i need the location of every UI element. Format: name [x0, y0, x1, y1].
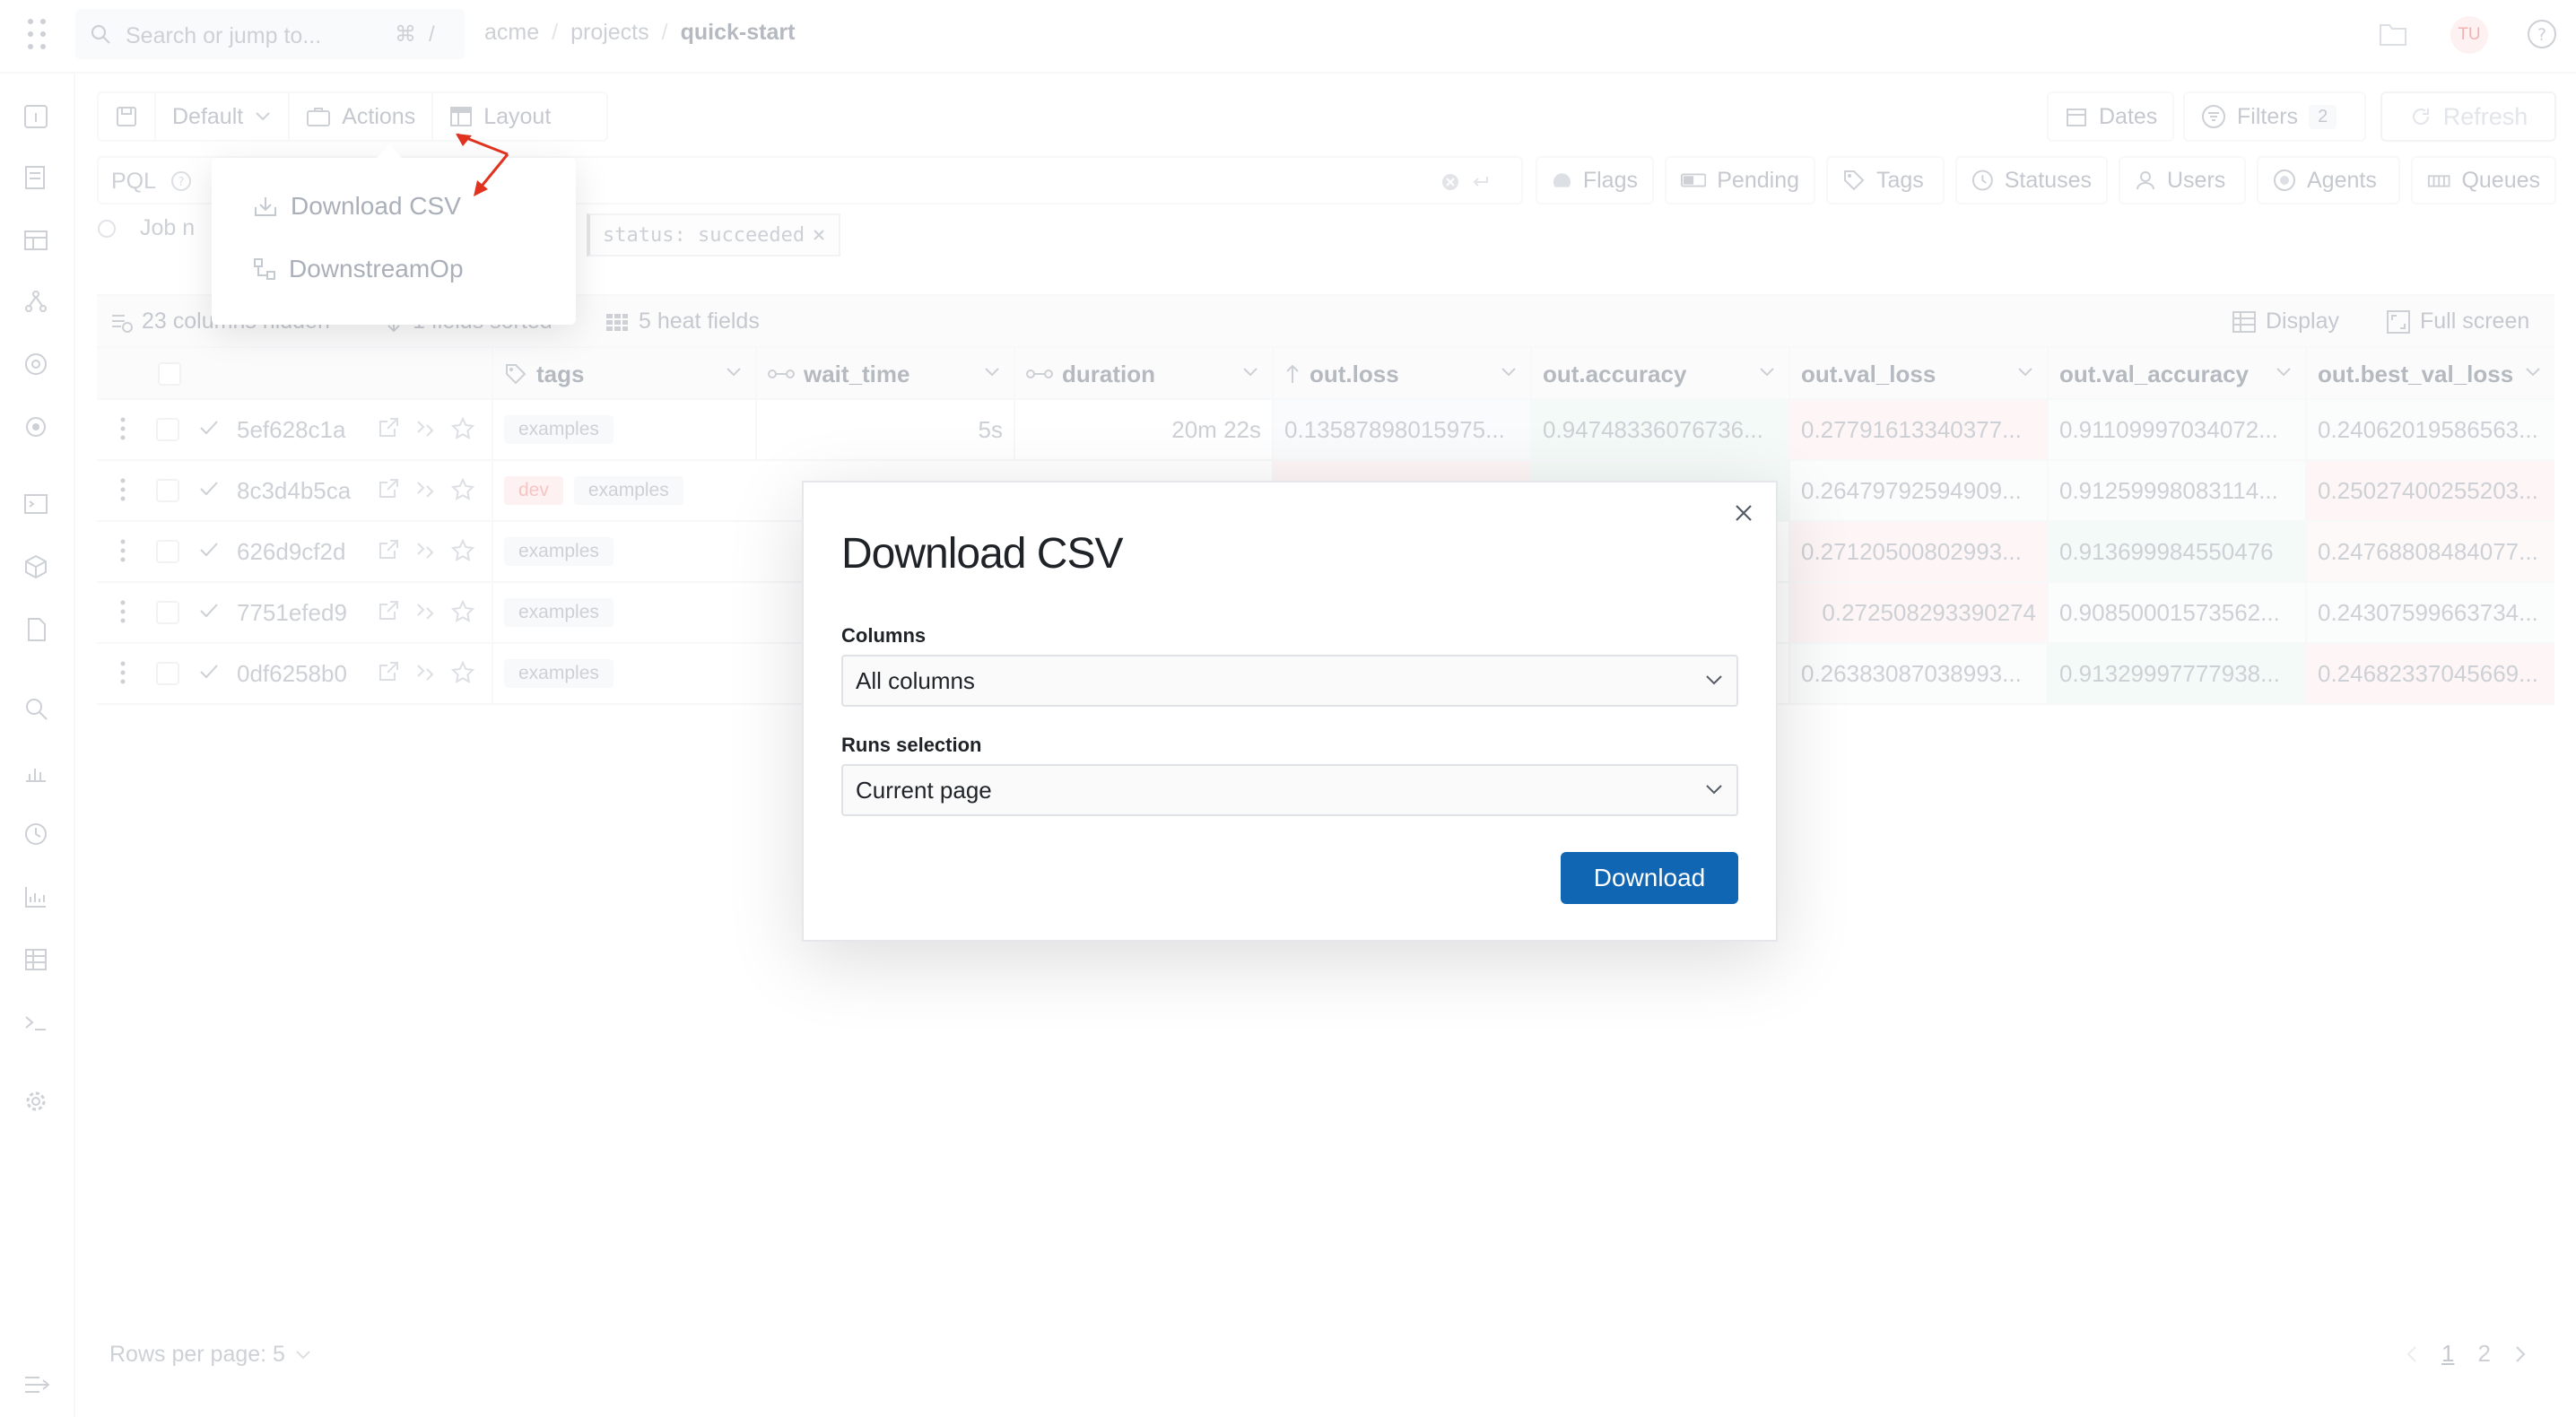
chevron-down-icon	[1706, 675, 1722, 685]
actions-dropdown-menu: Download CSV DownstreamOp	[212, 144, 576, 325]
runs-selection-label: Runs selection	[841, 734, 982, 756]
dialog-title: Download CSV	[841, 530, 1123, 578]
runs-selection-value: Current page	[856, 776, 992, 804]
chevron-down-icon	[1706, 785, 1722, 795]
columns-label: Columns	[841, 624, 927, 647]
menu-item-downstream-op[interactable]: DownstreamOp	[253, 255, 464, 283]
runs-selection-select[interactable]: Current page	[841, 764, 1738, 816]
download-icon	[255, 197, 276, 216]
download-csv-dialog: Download CSV Columns All columns Runs se…	[802, 481, 1778, 942]
columns-select-value: All columns	[856, 666, 975, 694]
download-button[interactable]: Download	[1561, 852, 1738, 904]
menu-item-download-csv[interactable]: Download CSV	[253, 192, 461, 221]
close-icon[interactable]	[1727, 497, 1760, 529]
columns-select[interactable]: All columns	[841, 655, 1738, 707]
downstream-icon	[254, 258, 275, 280]
